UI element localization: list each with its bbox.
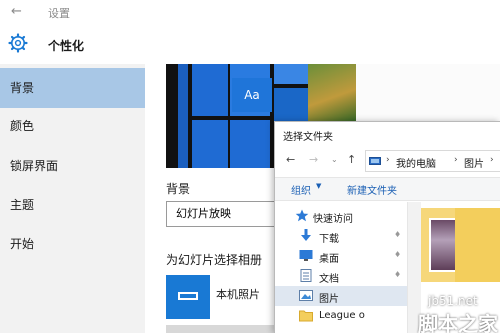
page-title: 个性化 (48, 39, 85, 53)
nav-item-downloads[interactable]: 下载 ♦ (275, 226, 407, 246)
folder-icon (299, 310, 313, 322)
organize-dropdown-icon[interactable]: ▼ (316, 182, 321, 190)
organize-button[interactable]: 组织 (291, 182, 311, 197)
desktop-icon (299, 250, 313, 261)
window-title: 设置 (48, 7, 70, 20)
navigation-pane: 快速访问 下载 ♦ 桌面 ♦ 文档 ♦ 图片 League o (275, 202, 407, 333)
nav-item-label: 桌面 (319, 254, 339, 265)
background-label: 背景 (166, 182, 191, 196)
nav-item-label: 文档 (319, 274, 339, 285)
document-icon (300, 269, 312, 282)
recent-chevron-icon[interactable]: ⌄ (331, 155, 338, 164)
breadcrumb-item[interactable]: 图片 (464, 155, 484, 170)
title-bar: ← 设置 (0, 0, 500, 26)
tile (178, 64, 188, 168)
sidebar-item-colors[interactable]: 颜色 (0, 106, 145, 146)
watermark-url: jb51.net (428, 294, 478, 308)
album-label: 为幻灯片选择相册 (166, 253, 263, 267)
browse-button[interactable] (166, 325, 286, 333)
sidebar-item-themes[interactable]: 主题 (0, 185, 145, 225)
pin-icon[interactable]: ♦ (394, 250, 401, 259)
watermark-name: 脚本之家 (418, 312, 498, 333)
dialog-title: 选择文件夹 (283, 132, 333, 143)
computer-icon (369, 157, 381, 165)
gear-icon (8, 33, 28, 53)
folder-thumbnail[interactable] (421, 208, 500, 282)
sidebar-item-label: 背景 (10, 81, 35, 95)
pictures-icon (178, 292, 198, 300)
pin-icon[interactable]: ♦ (394, 270, 401, 279)
sidebar-item-label: 主题 (10, 198, 35, 212)
album-item[interactable]: 本机照片 (166, 275, 286, 319)
sidebar-item-label: 锁屏界面 (10, 159, 59, 173)
nav-item-label: 下载 (319, 234, 339, 245)
breadcrumb-separator-icon: › (454, 155, 458, 165)
back-arrow-icon[interactable]: ← (11, 4, 22, 19)
sidebar-item-label: 开始 (10, 237, 35, 251)
star-icon (295, 209, 309, 222)
sidebar-item-lock-screen[interactable]: 锁屏界面 (0, 146, 145, 186)
album-icon-box (166, 275, 210, 319)
nav-item-desktop[interactable]: 桌面 ♦ (275, 246, 407, 266)
nav-item-label: League o (319, 310, 365, 321)
nav-item-quick-access[interactable]: 快速访问 (275, 206, 407, 226)
nav-item-label: 快速访问 (313, 214, 353, 225)
breadcrumb-separator-icon: › (386, 155, 390, 165)
nav-item-pictures[interactable]: 图片 (275, 286, 407, 306)
background-type-select[interactable]: 幻灯片放映 (166, 201, 286, 227)
pictures-icon (299, 290, 313, 301)
download-icon (301, 229, 311, 241)
nav-item-league-folder[interactable]: League o (275, 306, 407, 326)
sidebar-item-background[interactable]: 背景 (0, 68, 145, 108)
nav-item-label: 图片 (319, 294, 339, 305)
breadcrumb-separator-icon: › (490, 155, 494, 165)
forward-icon[interactable]: → (309, 153, 318, 166)
nav-item-documents[interactable]: 文档 ♦ (275, 266, 407, 286)
new-folder-button[interactable]: 新建文件夹 (347, 182, 397, 197)
tile (192, 120, 228, 168)
sidebar-item-start[interactable]: 开始 (0, 224, 145, 264)
address-row: ← → ⌄ ↑ › 我的电脑 › 图片 › (275, 150, 500, 172)
folder-icon (455, 208, 500, 282)
section-header: 个性化 (0, 30, 150, 62)
tile (192, 64, 228, 116)
up-icon[interactable]: ↑ (347, 153, 356, 166)
command-bar: 组织 ▼ 新建文件夹 (275, 177, 500, 201)
address-bar[interactable]: › 我的电脑 › 图片 › (365, 150, 500, 172)
back-icon[interactable]: ← (286, 153, 295, 166)
tile-aa: Aa (232, 78, 272, 112)
tile (230, 120, 270, 168)
sidebar-item-label: 颜色 (10, 119, 35, 133)
album-item-label: 本机照片 (216, 288, 260, 301)
sidebar: 背景 颜色 锁屏界面 主题 开始 (0, 64, 145, 333)
tile (274, 64, 308, 84)
pin-icon[interactable]: ♦ (394, 230, 401, 239)
breadcrumb-item[interactable]: 我的电脑 (396, 155, 436, 170)
